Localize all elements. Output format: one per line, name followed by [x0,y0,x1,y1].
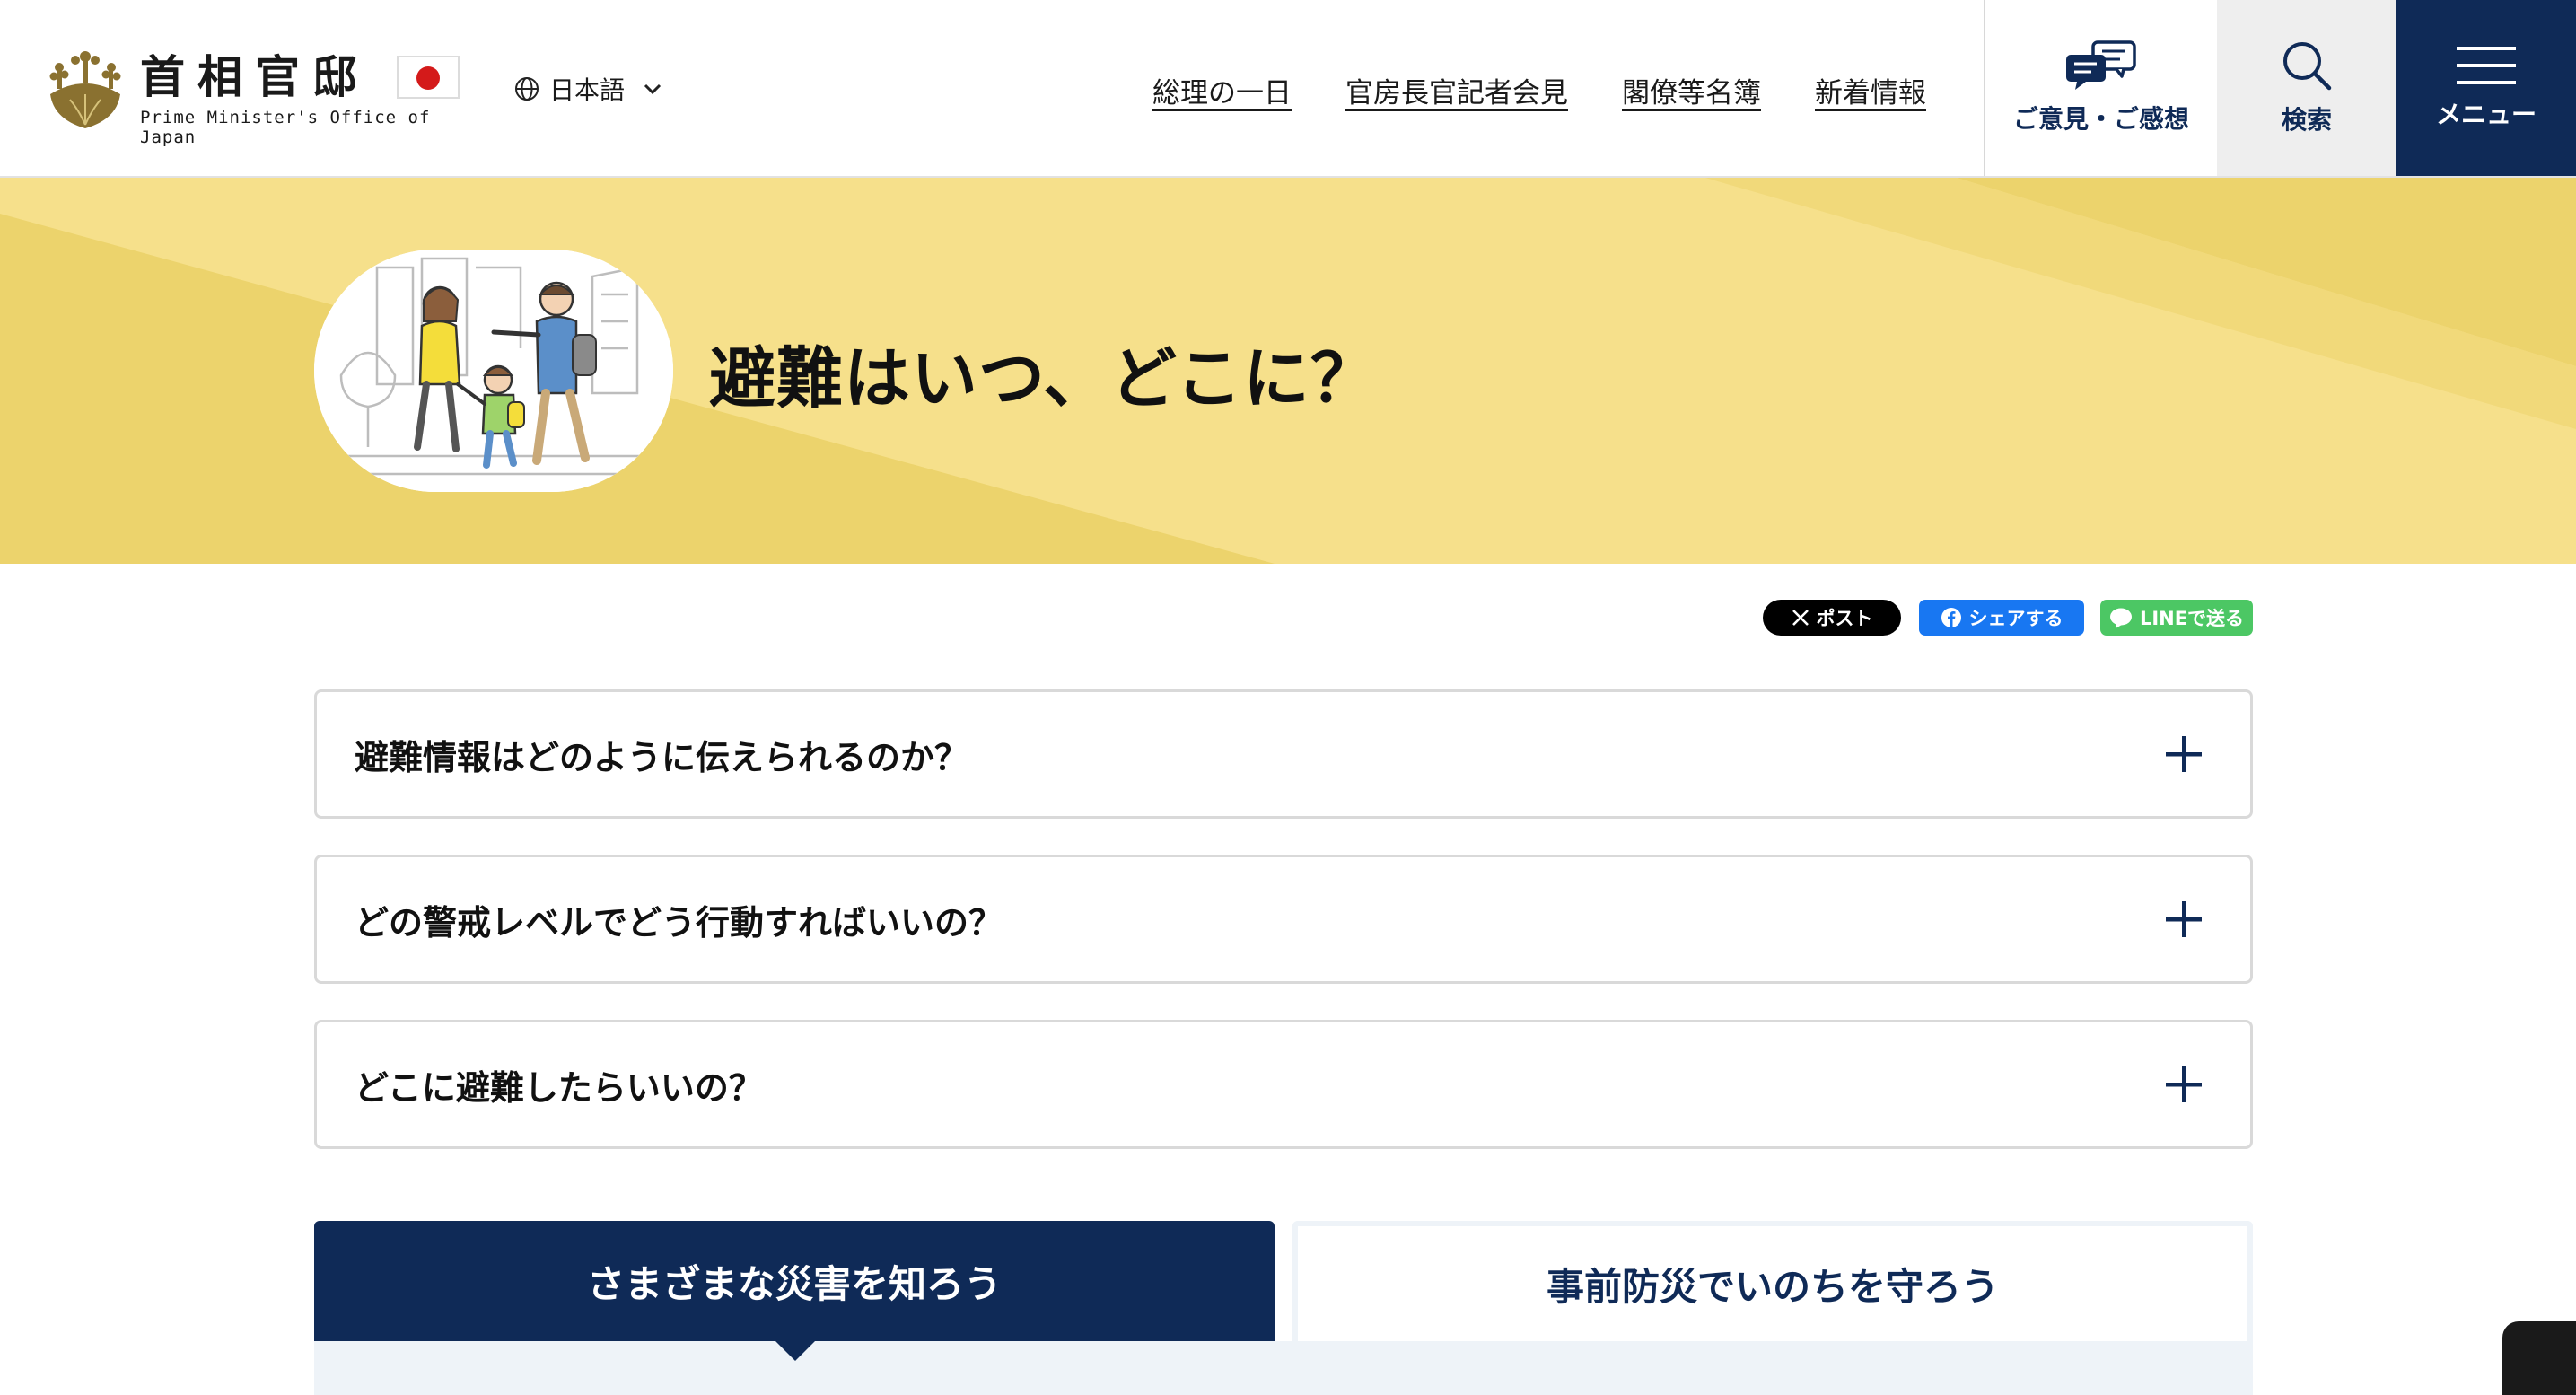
menu-button[interactable]: メニュー [2396,0,2576,176]
active-tab-pointer [775,1341,815,1361]
search-button[interactable]: 検索 [2217,0,2396,176]
paulownia-crest-icon [49,51,121,128]
share-x-button[interactable]: ポスト [1763,600,1901,636]
accordion-label: どこに避難したらいいの？ [355,1067,763,1108]
global-nav: 総理の一日 官房長官記者会見 閣僚等名簿 新着情報 [1152,70,1926,110]
plus-icon [2166,901,2202,937]
nav-link-press-conference[interactable]: 官房長官記者会見 [1345,70,1568,110]
opinion-label: ご意見・ご感想 [2012,104,2189,134]
floating-widget[interactable] [2502,1321,2576,1395]
hero-banner: 避難はいつ、どこに？ [0,178,2576,564]
facebook-icon [1941,608,1961,627]
evacuation-family-illustration [314,250,673,492]
nav-link-cabinet-list[interactable]: 閣僚等名簿 [1622,70,1761,110]
chevron-down-icon [644,83,662,95]
globe-icon [515,77,539,101]
tab-panel [314,1341,2253,1395]
accordion-item-alert-levels[interactable]: どの警戒レベルでどう行動すればいいの？ [314,855,2253,984]
accordion-label: どの警戒レベルでどう行動すればいいの？ [355,902,1003,943]
accordion-label: 避難情報はどのように伝えられるのか？ [355,737,969,777]
tab-disasters[interactable]: さまざまな災害を知ろう [314,1221,1275,1341]
share-facebook-label: シェアする [1968,608,2063,629]
site-logo[interactable]: 首相官邸 Prime Minister's Office of Japan [43,47,465,147]
chat-bubbles-icon [2066,40,2136,90]
nav-link-pm-schedule[interactable]: 総理の一日 [1152,70,1292,110]
share-line-label: LINEで送る [2139,608,2245,629]
japan-flag-icon [397,56,460,99]
site-header: 首相官邸 Prime Minister's Office of Japan 日本… [0,0,2576,178]
plus-icon [2166,1066,2202,1102]
menu-label: メニュー [2435,100,2537,129]
accordion-item-where-to-evacuate[interactable]: どこに避難したらいいの？ [314,1020,2253,1149]
share-facebook-button[interactable]: シェアする [1919,600,2084,636]
line-icon [2109,608,2132,628]
hamburger-icon [2457,47,2516,84]
tab-prevention[interactable]: 事前防災でいのちを守ろう [1292,1221,2253,1341]
share-x-label: ポスト [1816,608,1873,629]
x-logo-icon [1792,610,1809,626]
plus-icon [2166,736,2202,772]
logo-subtitle: Prime Minister's Office of Japan [140,108,431,147]
language-selector[interactable]: 日本語 [513,70,662,108]
search-icon [2283,42,2332,91]
share-line-button[interactable]: LINEで送る [2100,600,2253,636]
language-label: 日本語 [549,75,626,105]
tab-label: 事前防災でいのちを守ろう [1546,1264,1999,1309]
nav-link-news[interactable]: 新着情報 [1815,70,1926,110]
accordion-item-evacuation-info[interactable]: 避難情報はどのように伝えられるのか？ [314,689,2253,819]
search-label: 検索 [2281,105,2332,135]
opinion-button[interactable]: ご意見・ご感想 [1984,0,2217,176]
tab-label: さまざまな災害を知ろう [586,1261,1002,1306]
page-title: 避難はいつ、どこに？ [709,340,1378,417]
